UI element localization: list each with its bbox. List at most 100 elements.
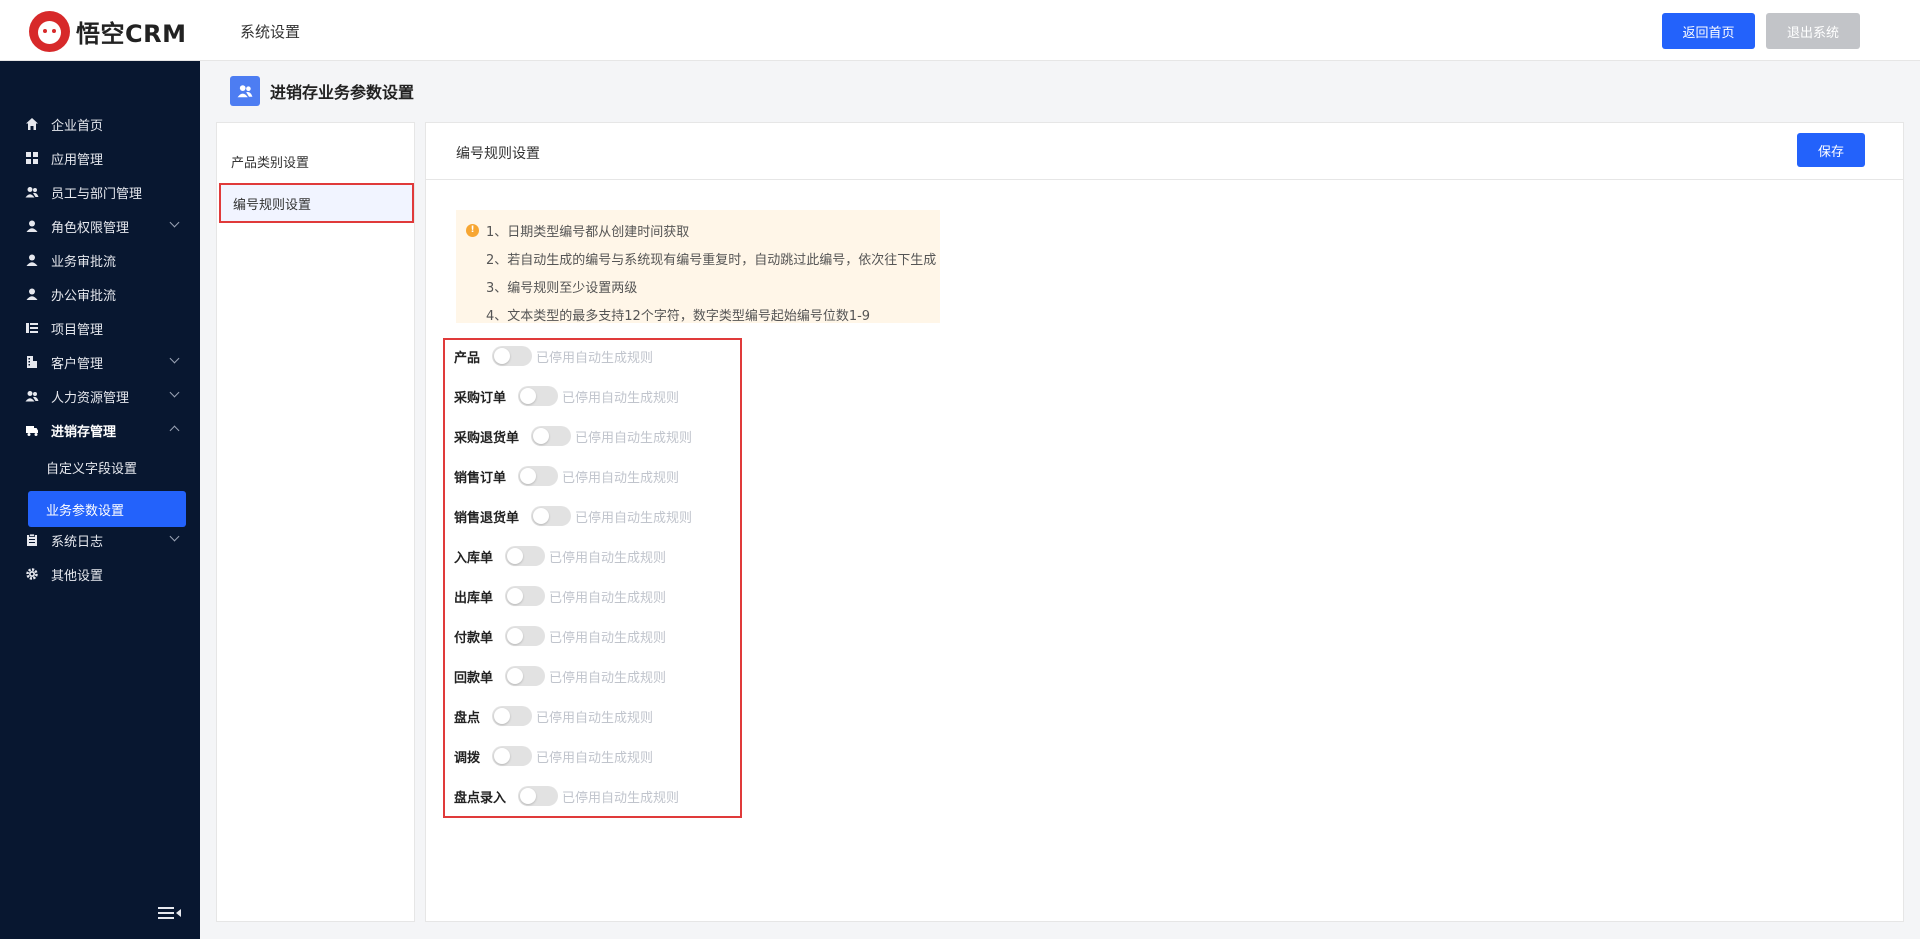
rule-label: 出库单	[454, 590, 494, 606]
rule-status: 已停用自动生成规则	[575, 510, 693, 526]
rule-label: 回款单	[454, 670, 494, 686]
sidebar-item-hr-management[interactable]: 人力资源管理	[0, 379, 200, 413]
rule-label: 销售退货单	[454, 510, 520, 526]
rule-status: 已停用自动生成规则	[575, 430, 693, 446]
sidebar-subitem-custom-fields[interactable]: 自定义字段设置	[28, 449, 186, 485]
top-bar: 悟空CRM 系统设置 返回首页 退出系统	[0, 0, 1920, 61]
sidebar-item-label: 员工与部门管理	[51, 186, 143, 202]
rule-label: 入库单	[454, 550, 494, 566]
rule-label: 采购退货单	[454, 430, 520, 446]
truck-icon	[25, 423, 39, 437]
chevron-down-icon	[169, 387, 180, 398]
rule-status: 已停用自动生成规则	[562, 790, 680, 806]
rule-row-payment: 付款单 已停用自动生成规则	[454, 624, 666, 648]
save-button[interactable]: 保存	[1797, 133, 1865, 167]
sidebar-item-staff-department[interactable]: 员工与部门管理	[0, 175, 200, 209]
rule-label: 盘点	[454, 710, 481, 726]
rule-toggle[interactable]	[518, 786, 559, 806]
exit-system-button[interactable]: 退出系统	[1766, 13, 1860, 49]
notice-item: 4、文本类型的最多支持12个字符，数字类型编号起始编号位数1-9	[466, 300, 940, 328]
rule-toggle[interactable]	[505, 546, 546, 566]
notice-item: ! 1、日期类型编号都从创建时间获取	[466, 216, 940, 244]
sidebar-subitem-label: 自定义字段设置	[46, 461, 138, 477]
rule-row-inventory-entry: 盘点录入 已停用自动生成规则	[454, 784, 679, 808]
rule-toggle[interactable]	[531, 506, 572, 526]
sidebar-subitem-business-params[interactable]: 业务参数设置	[28, 491, 186, 527]
rule-row-purchase-order: 采购订单 已停用自动生成规则	[454, 384, 679, 408]
sidebar-item-label: 角色权限管理	[51, 220, 130, 236]
menu-item-numbering-rules[interactable]: 编号规则设置	[219, 183, 414, 223]
logo[interactable]: 悟空CRM	[29, 11, 186, 52]
brand-name: 悟空CRM	[76, 20, 187, 48]
page-header: 进销存业务参数设置	[230, 76, 414, 106]
rule-toggle[interactable]	[492, 746, 533, 766]
list-icon	[25, 321, 39, 335]
chevron-down-icon	[169, 217, 180, 228]
rule-row-purchase-return: 采购退货单 已停用自动生成规则	[454, 424, 692, 448]
gear-icon	[25, 567, 39, 581]
user-icon	[25, 219, 39, 233]
section-title: 系统设置	[240, 23, 301, 41]
chevron-up-icon	[169, 425, 180, 436]
sidebar-item-role-permission[interactable]: 角色权限管理	[0, 209, 200, 243]
rule-toggle[interactable]	[492, 706, 533, 726]
sidebar-item-label: 人力资源管理	[51, 390, 130, 406]
rule-label: 付款单	[454, 630, 494, 646]
menu-item-product-category[interactable]: 产品类别设置	[217, 141, 414, 181]
sidebar-item-office-approval[interactable]: 办公审批流	[0, 277, 200, 311]
panel-title: 编号规则设置	[456, 146, 540, 162]
sidebar-item-label: 进销存管理	[51, 424, 117, 440]
user-icon	[25, 287, 39, 301]
rule-toggle[interactable]	[492, 346, 533, 366]
clipboard-icon	[25, 533, 39, 547]
rule-toggle[interactable]	[531, 426, 572, 446]
notice-text: 4、文本类型的最多支持12个字符，数字类型编号起始编号位数1-9	[486, 308, 871, 324]
sidebar-item-system-log[interactable]: 系统日志	[0, 523, 200, 557]
user-icon	[25, 253, 39, 267]
rule-row-product: 产品 已停用自动生成规则	[454, 344, 653, 368]
rule-label: 销售订单	[454, 470, 507, 486]
main-panel: 编号规则设置 保存 ! 1、日期类型编号都从创建时间获取 2、若自动生成的编号与…	[425, 122, 1904, 922]
sidebar-item-app-management[interactable]: 应用管理	[0, 141, 200, 175]
collapse-menu-icon[interactable]	[158, 906, 182, 920]
rule-toggle[interactable]	[518, 386, 559, 406]
notice-box: ! 1、日期类型编号都从创建时间获取 2、若自动生成的编号与系统现有编号重复时，…	[456, 210, 940, 324]
sidebar-item-business-approval[interactable]: 业务审批流	[0, 243, 200, 277]
sidebar-item-label: 业务审批流	[51, 254, 117, 270]
users-icon	[25, 185, 39, 199]
rule-toggle[interactable]	[505, 586, 546, 606]
rule-row-inventory-check: 盘点 已停用自动生成规则	[454, 704, 653, 728]
rule-status: 已停用自动生成规则	[536, 350, 654, 366]
sidebar-item-project-management[interactable]: 项目管理	[0, 311, 200, 345]
building-icon	[25, 355, 39, 369]
notice-text: 1、日期类型编号都从创建时间获取	[486, 224, 690, 240]
monkey-logo-icon	[29, 11, 70, 52]
sidebar-item-other-settings[interactable]: 其他设置	[0, 557, 200, 591]
page-title: 进销存业务参数设置	[270, 83, 415, 102]
menu-item-label: 编号规则设置	[233, 197, 312, 213]
return-home-button[interactable]: 返回首页	[1662, 13, 1755, 49]
sidebar-item-inventory-management[interactable]: 进销存管理	[0, 413, 200, 447]
notice-item: 2、若自动生成的编号与系统现有编号重复时，自动跳过此编号，依次往下生成	[466, 244, 940, 272]
rule-toggle[interactable]	[505, 626, 546, 646]
rule-status: 已停用自动生成规则	[549, 550, 667, 566]
rule-toggle[interactable]	[505, 666, 546, 686]
rule-status: 已停用自动生成规则	[549, 630, 667, 646]
warning-icon: !	[466, 223, 479, 237]
menu-item-label: 产品类别设置	[231, 155, 310, 171]
users-icon	[25, 389, 39, 403]
sidebar-item-label: 企业首页	[51, 118, 104, 134]
rule-label: 盘点录入	[454, 790, 507, 806]
rule-toggle[interactable]	[518, 466, 559, 486]
sidebar-item-label: 客户管理	[51, 356, 104, 372]
main-header: 编号规则设置 保存	[426, 123, 1903, 180]
rule-row-stock-out: 出库单 已停用自动生成规则	[454, 584, 666, 608]
sidebar-item-label: 项目管理	[51, 322, 104, 338]
rule-status: 已停用自动生成规则	[562, 470, 680, 486]
rule-row-sales-order: 销售订单 已停用自动生成规则	[454, 464, 679, 488]
grid-icon	[25, 151, 39, 165]
sidebar-item-enterprise-home[interactable]: 企业首页	[0, 107, 200, 141]
rule-row-sales-return: 销售退货单 已停用自动生成规则	[454, 504, 692, 528]
sidebar-item-customer-management[interactable]: 客户管理	[0, 345, 200, 379]
settings-menu-panel: 产品类别设置 编号规则设置	[216, 122, 415, 922]
